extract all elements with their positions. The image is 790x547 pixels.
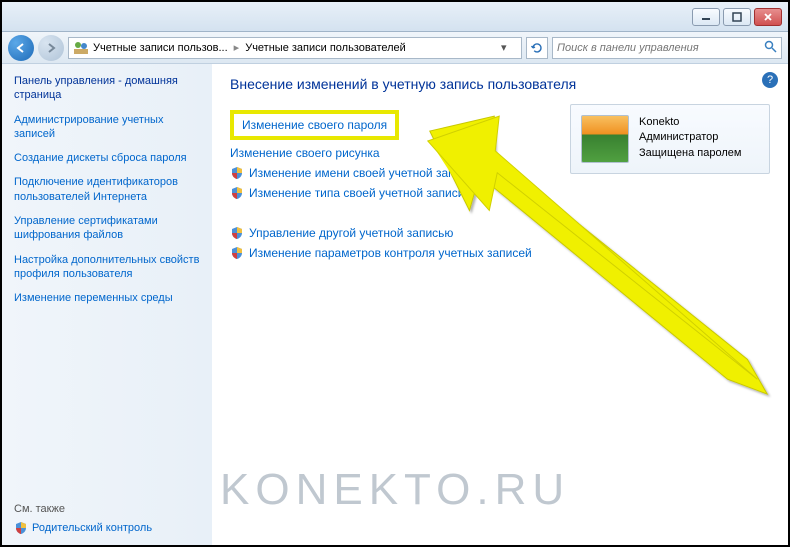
- help-button[interactable]: ?: [762, 72, 778, 88]
- shield-icon: [230, 186, 244, 200]
- arrow-left-icon: [15, 42, 27, 54]
- user-role: Администратор: [639, 130, 741, 145]
- sidebar-link-5[interactable]: Изменение переменных среды: [14, 291, 200, 305]
- parental-control-link[interactable]: Родительский контроль: [14, 521, 200, 535]
- search-box[interactable]: [552, 37, 782, 59]
- arrow-right-icon: [45, 42, 57, 54]
- close-icon: [763, 12, 773, 22]
- content-area: ? Внесение изменений в учетную запись по…: [212, 64, 788, 545]
- back-button[interactable]: [8, 35, 34, 61]
- user-name: Konekto: [639, 115, 741, 130]
- maximize-icon: [732, 12, 742, 22]
- shield-icon: [14, 521, 28, 535]
- change-password-link[interactable]: Изменение своего пароля: [242, 118, 387, 132]
- breadcrumb-dropdown[interactable]: ▾: [501, 41, 517, 54]
- maximize-button[interactable]: [723, 8, 751, 26]
- shield-icon: [230, 226, 244, 240]
- breadcrumb-part-2[interactable]: Учетные записи пользователей: [243, 42, 408, 54]
- user-card: Konekto Администратор Защищена паролем: [570, 104, 770, 174]
- title-bar: [2, 2, 788, 32]
- see-also-label: См. также: [14, 503, 200, 515]
- navigation-bar: Учетные записи пользов... ▸ Учетные запи…: [2, 32, 788, 64]
- highlighted-action: Изменение своего пароля: [230, 110, 399, 140]
- sidebar-home-link[interactable]: Панель управления - домашняя страница: [14, 74, 200, 103]
- parental-control-label: Родительский контроль: [32, 522, 152, 534]
- sidebar-link-4[interactable]: Настройка дополнительных свойств профиля…: [14, 253, 200, 282]
- manage-other-link[interactable]: Управление другой учетной записью: [230, 226, 770, 240]
- sidebar-link-0[interactable]: Администрирование учетных записей: [14, 113, 200, 142]
- minimize-button[interactable]: [692, 8, 720, 26]
- chevron-right-icon[interactable]: ▸: [232, 41, 242, 54]
- user-status: Защищена паролем: [639, 146, 741, 161]
- minimize-icon: [701, 12, 711, 22]
- user-info: Konekto Администратор Защищена паролем: [639, 115, 741, 163]
- uac-settings-link[interactable]: Изменение параметров контроля учетных за…: [230, 246, 770, 260]
- forward-button[interactable]: [38, 35, 64, 61]
- close-button[interactable]: [754, 8, 782, 26]
- search-input[interactable]: [557, 42, 764, 54]
- sidebar-link-2[interactable]: Подключение идентификаторов пользователе…: [14, 175, 200, 204]
- sidebar: Панель управления - домашняя страница Ад…: [2, 64, 212, 545]
- refresh-icon: [530, 41, 544, 55]
- user-avatar: [581, 115, 629, 163]
- sidebar-link-1[interactable]: Создание дискеты сброса пароля: [14, 151, 200, 165]
- user-accounts-icon: [73, 40, 89, 56]
- search-icon: [764, 40, 777, 56]
- main-area: Панель управления - домашняя страница Ад…: [2, 64, 788, 545]
- shield-icon: [230, 246, 244, 260]
- breadcrumb-part-1[interactable]: Учетные записи пользов...: [91, 42, 230, 54]
- breadcrumb[interactable]: Учетные записи пользов... ▸ Учетные запи…: [68, 37, 522, 59]
- page-title: Внесение изменений в учетную запись поль…: [230, 76, 770, 92]
- change-type-link[interactable]: Изменение типа своей учетной записи: [230, 186, 770, 200]
- refresh-button[interactable]: [526, 37, 548, 59]
- sidebar-link-3[interactable]: Управление сертификатами шифрования файл…: [14, 214, 200, 243]
- shield-icon: [230, 166, 244, 180]
